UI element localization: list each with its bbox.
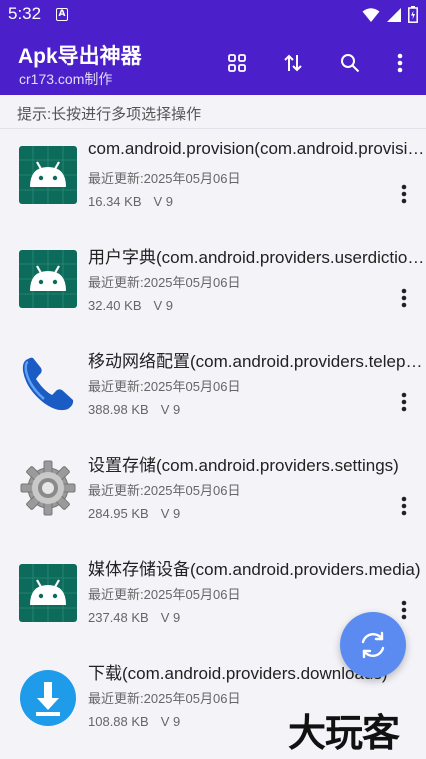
grid-view-button[interactable] — [222, 48, 252, 78]
app-updated: 最近更新:2025年05月06日 — [88, 275, 241, 290]
app-updated: 最近更新:2025年05月06日 — [88, 483, 241, 498]
refresh-icon — [361, 631, 385, 659]
download-icon — [20, 670, 76, 726]
app-updated: 最近更新:2025年05月06日 — [88, 691, 241, 706]
app-updated: 最近更新:2025年05月06日 — [88, 587, 241, 602]
app-updated: 最近更新:2025年05月06日 — [88, 171, 241, 186]
grid-view-icon — [228, 54, 246, 72]
more-vert-icon — [401, 600, 407, 620]
search-icon — [341, 54, 360, 73]
item-more-button[interactable] — [393, 388, 415, 416]
wifi-icon — [362, 7, 380, 22]
app-version: V 9 — [160, 714, 181, 729]
app-title: Apk导出神器 — [18, 45, 142, 68]
item-more-button[interactable] — [393, 180, 415, 208]
battery-icon — [408, 6, 418, 23]
overflow-menu-button[interactable] — [385, 48, 415, 78]
app-version: V 9 — [153, 298, 174, 313]
search-button[interactable] — [335, 48, 365, 78]
app-size: 284.95 KB — [88, 506, 149, 521]
app-list-item[interactable]: 用户字典(com.android.providers.userdictionar… — [0, 234, 426, 338]
status-bar: 5:32 A — [0, 0, 426, 30]
notification-icon: A — [56, 8, 68, 21]
gear-icon — [20, 460, 76, 516]
more-vert-icon — [401, 184, 407, 204]
more-vert-icon — [401, 496, 407, 516]
app-version: V 9 — [160, 610, 181, 625]
android-default-icon — [19, 250, 77, 308]
more-vert-icon — [401, 392, 407, 412]
hint-text: 提示:长按进行多项选择操作 — [0, 95, 426, 129]
app-name: 设置存储(com.android.providers.settings) — [88, 456, 399, 475]
app-bar: Apk导出神器 cr173.com制作 — [0, 30, 426, 95]
phone-icon — [22, 357, 74, 411]
item-more-button[interactable] — [393, 492, 415, 520]
app-name: 媒体存储设备(com.android.providers.media) — [88, 560, 421, 579]
app-list-item[interactable]: 移动网络配置(com.android.providers.telephony) … — [0, 338, 426, 442]
app-list-item[interactable]: 设置存储(com.android.providers.settings) 最近更… — [0, 442, 426, 546]
watermark: 大玩客 — [288, 711, 400, 755]
app-version: V 9 — [160, 402, 181, 417]
app-size: 388.98 KB — [88, 402, 149, 417]
item-more-button[interactable] — [393, 284, 415, 312]
app-version: V 9 — [153, 194, 174, 209]
item-more-button[interactable] — [393, 596, 415, 624]
app-size: 16.34 KB — [88, 194, 142, 209]
app-name: com.android.provision(com.android.provis… — [88, 139, 426, 158]
more-vert-icon — [397, 53, 403, 73]
status-icons — [362, 6, 418, 23]
android-default-icon — [19, 146, 77, 204]
sort-button[interactable] — [278, 48, 308, 78]
android-default-icon — [19, 564, 77, 622]
status-time: 5:32 — [8, 4, 42, 23]
app-name: 移动网络配置(com.android.providers.telephony) — [88, 352, 426, 371]
app-size: 108.88 KB — [88, 714, 149, 729]
app-size: 237.48 KB — [88, 610, 149, 625]
sort-icon — [284, 54, 302, 72]
app-subtitle: cr173.com制作 — [19, 71, 113, 87]
app-version: V 9 — [160, 506, 181, 521]
app-updated: 最近更新:2025年05月06日 — [88, 379, 241, 394]
signal-icon — [387, 7, 401, 22]
app-name: 用户字典(com.android.providers.userdictionar… — [88, 248, 426, 267]
refresh-fab[interactable] — [340, 612, 406, 678]
more-vert-icon — [401, 288, 407, 308]
app-size: 32.40 KB — [88, 298, 142, 313]
app-list-item[interactable]: com.android.provision(com.android.provis… — [0, 130, 426, 234]
